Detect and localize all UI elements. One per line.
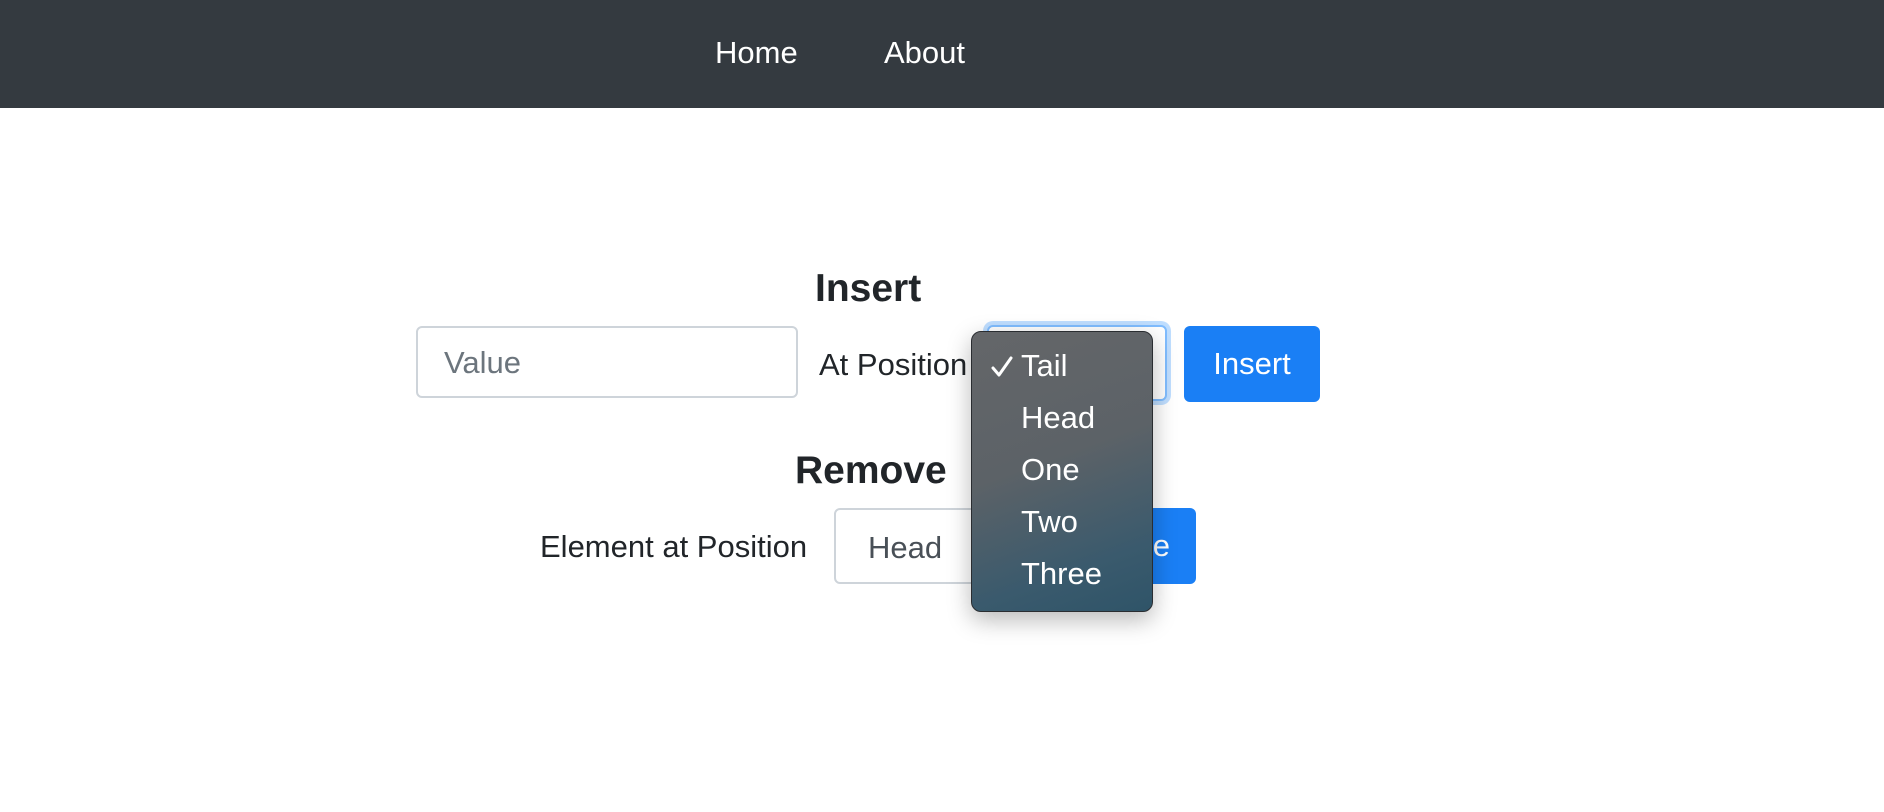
remove-position-select[interactable]: Head [834, 508, 994, 584]
position-dropdown-menu: Tail Head One Two Three [971, 331, 1153, 612]
remove-position-select-value: Head [868, 530, 943, 565]
insert-heading: Insert [815, 267, 922, 310]
dropdown-option-tail[interactable]: Tail [1021, 348, 1068, 384]
dropdown-option-three[interactable]: Three [1021, 556, 1102, 592]
dropdown-option-head[interactable]: Head [1021, 400, 1095, 436]
value-input-placeholder: Value [444, 345, 521, 380]
navbar: Home About [0, 0, 1884, 108]
remove-heading: Remove [795, 449, 947, 492]
nav-link-home[interactable]: Home [715, 34, 798, 72]
element-at-position-label: Element at Position [540, 529, 808, 564]
at-position-label: At Position [819, 347, 968, 382]
remove-button-label: e [1152, 528, 1170, 563]
nav-link-about[interactable]: About [884, 34, 965, 72]
insert-button[interactable]: Insert [1184, 326, 1320, 402]
dropdown-option-one[interactable]: One [1021, 452, 1080, 488]
dropdown-option-two[interactable]: Two [1021, 504, 1078, 540]
check-icon [991, 354, 1013, 380]
value-input[interactable]: Value [416, 326, 798, 398]
